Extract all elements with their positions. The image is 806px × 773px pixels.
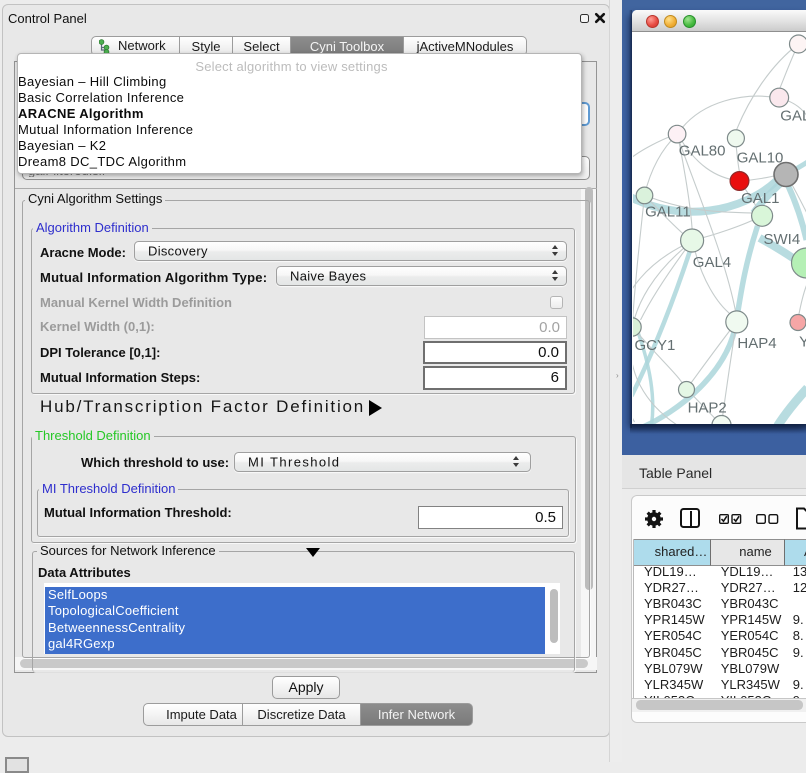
- svg-text:HAP4: HAP4: [737, 335, 776, 352]
- svg-text:HAP2: HAP2: [687, 400, 726, 417]
- svg-text:GAL: GAL: [780, 107, 806, 124]
- svg-text:GAL10: GAL10: [736, 149, 783, 166]
- svg-text:GCY1: GCY1: [634, 337, 675, 354]
- svg-text:SWI4: SWI4: [763, 231, 800, 248]
- svg-text:GAL11: GAL11: [645, 203, 691, 220]
- svg-text:GAL80: GAL80: [678, 142, 725, 159]
- svg-text:GAL4: GAL4: [692, 254, 730, 271]
- svg-text:Y: Y: [799, 334, 806, 351]
- svg-text:GAL1: GAL1: [741, 190, 779, 207]
